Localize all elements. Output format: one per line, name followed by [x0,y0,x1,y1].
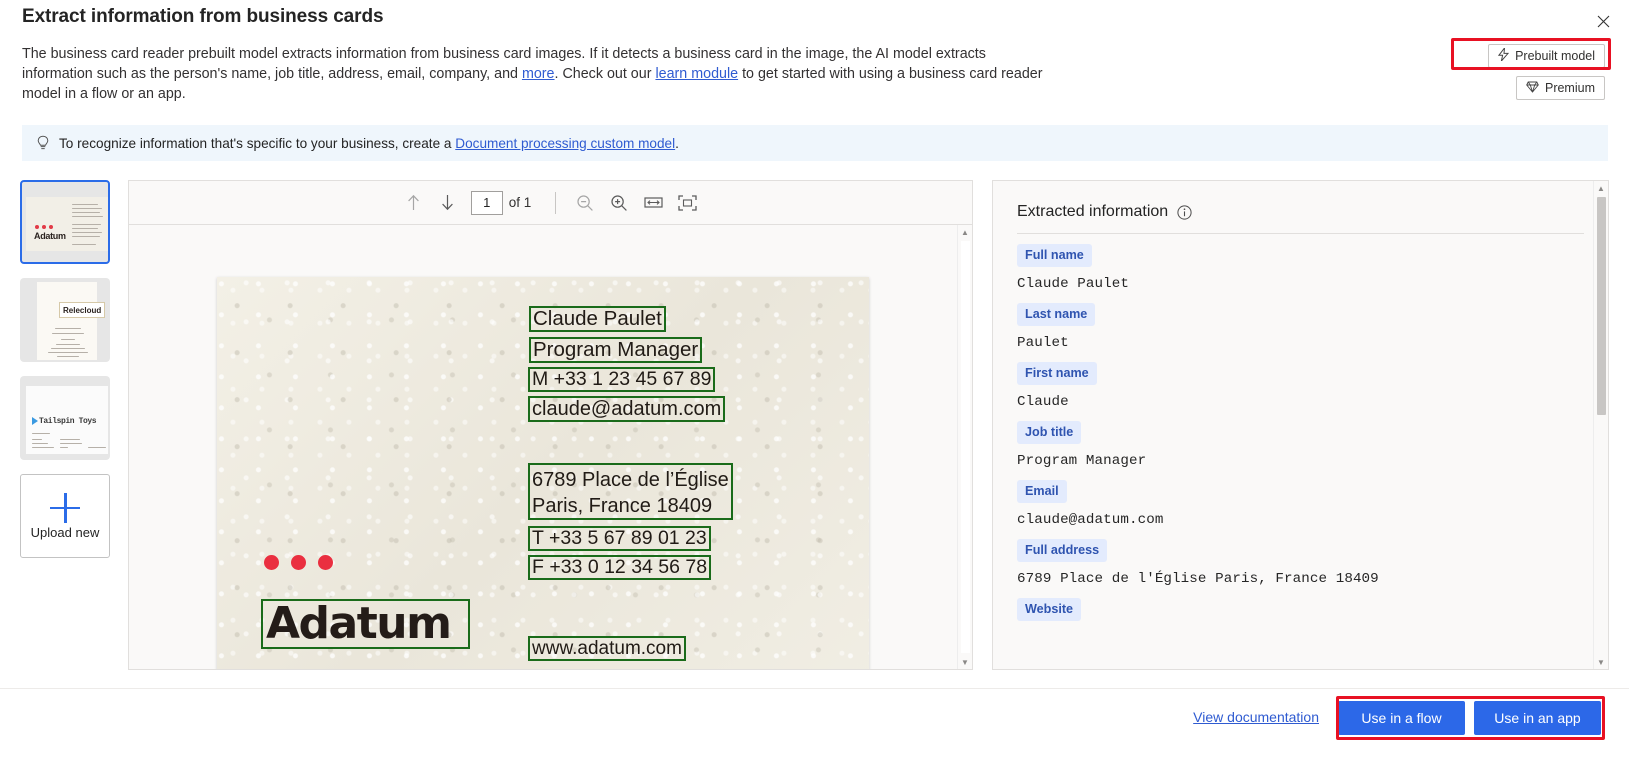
extracted-information-header: Extracted information [993,181,1608,221]
business-card-model-dialog: Extract information from business cards … [0,0,1629,776]
field-label: Email [1017,480,1067,503]
field-email: Email claude@adatum.com [1017,480,1584,528]
thumbnail-tailspin-brand: Tailspin Toys [39,417,97,426]
ocr-brand: Adatum [266,598,452,649]
page-number-input[interactable] [470,190,503,215]
field-label: Job title [1017,421,1082,444]
scroll-up-icon[interactable]: ▲ [1594,181,1608,195]
scroll-down-icon[interactable]: ▼ [1594,655,1608,669]
field-full-address: Full address 6789 Place de l'Église Pari… [1017,539,1584,587]
footer-divider [0,688,1629,689]
field-website: Website [1017,598,1584,621]
lightning-bolt-icon [1498,46,1510,64]
thumbnail-adatum[interactable]: Adatum [20,180,110,264]
field-value: 6789 Place de l'Église Paris, France 184… [1017,571,1379,587]
field-full-name: Full name Claude Paulet [1017,244,1584,292]
banner-text-before: To recognize information that's specific… [59,135,456,151]
field-value: Claude [1017,394,1069,410]
document-viewer: of 1 Claude Paulet Program Manager M +33… [128,180,973,670]
view-documentation-link[interactable]: View documentation [1193,709,1319,725]
ocr-tel: T +33 5 67 89 01 23 [532,526,707,549]
diamond-icon [1526,81,1539,96]
zoom-out-icon[interactable] [568,188,602,218]
learn-module-link[interactable]: learn module [655,66,738,82]
field-value: Paulet [1017,335,1069,351]
field-value: claude@adatum.com [1017,512,1164,528]
prebuilt-model-label: Prebuilt model [1515,49,1595,63]
use-in-app-button[interactable]: Use in an app [1474,701,1601,735]
field-first-name: First name Claude [1017,362,1584,410]
page-title: Extract information from business cards [22,6,384,27]
extracted-information-title: Extracted information [1017,203,1169,220]
arrow-up-icon[interactable] [397,188,431,218]
field-label: Last name [1017,303,1096,326]
upload-new-label: Upload new [30,524,100,540]
field-label: Full name [1017,244,1092,267]
fit-page-icon[interactable] [670,188,704,218]
intro-part2: . Check out our [554,66,656,82]
ocr-email: claude@adatum.com [532,398,722,420]
extracted-information-panel: Extracted information Full name Claude P… [992,180,1609,670]
document-thumbnail-rail: Adatum Relecloud Tailspin Toys Upload ne… [20,180,110,558]
business-card-image[interactable]: Claude Paulet Program Manager M +33 1 23… [217,277,869,669]
use-in-flow-button[interactable]: Use in a flow [1338,701,1465,735]
field-value: Claude Paulet [1017,276,1129,292]
card-logo-dots-icon [264,555,333,570]
more-link[interactable]: more [522,66,555,82]
ocr-address-line2: Paris, France 18409 [532,494,713,517]
lightbulb-icon [36,135,50,152]
thumbnail-tailspin-image: Tailspin Toys [26,386,108,454]
viewer-toolbar: of 1 [129,181,972,225]
thumbnail-relecloud-image: Relecloud [37,282,105,360]
viewer-canvas: Claude Paulet Program Manager M +33 1 23… [129,225,972,669]
scroll-down-icon[interactable]: ▼ [958,655,972,669]
custom-model-banner: To recognize information that's specific… [22,125,1608,161]
extracted-fields-list: Full name Claude Paulet Last name Paulet… [993,234,1608,621]
thumbnail-tailspin-toys[interactable]: Tailspin Toys [20,376,110,460]
extracted-scrollbar[interactable]: ▲ ▼ [1593,181,1608,669]
toolbar-divider [555,191,557,214]
premium-badge: Premium [1515,76,1605,100]
fit-width-icon[interactable] [636,188,670,218]
thumbnail-adatum-image: Adatum [26,197,108,251]
zoom-in-icon[interactable] [602,188,636,218]
page-total-label: of 1 [508,195,532,210]
banner-text: To recognize information that's specific… [59,136,679,151]
banner-text-after: . [675,135,679,151]
field-value: Program Manager [1017,453,1147,469]
close-icon[interactable] [1587,6,1619,36]
ocr-fax: F +33 0 12 34 56 78 [532,555,708,578]
info-circle-icon[interactable] [1177,204,1192,220]
ocr-website: www.adatum.com [532,638,682,659]
field-label: First name [1017,362,1097,385]
thumbnail-relecloud[interactable]: Relecloud [20,278,110,362]
viewer-scroll-thumb[interactable] [961,241,970,653]
scroll-up-icon[interactable]: ▲ [958,225,972,239]
extracted-scroll-thumb[interactable] [1597,197,1606,415]
prebuilt-model-badge: Prebuilt model [1488,44,1605,68]
field-label: Website [1017,598,1082,621]
ocr-brand-box: Adatum [261,599,470,649]
ocr-name: Claude Paulet [533,306,662,330]
ocr-phone: M +33 1 23 45 67 89 [532,367,712,390]
arrow-down-icon[interactable] [431,188,465,218]
thumbnail-adatum-brand: Adatum [34,231,66,241]
viewer-scrollbar[interactable]: ▲ ▼ [957,225,972,669]
plus-icon [50,492,80,523]
ocr-address-line1: 6789 Place de l’Église [532,468,729,491]
ocr-title: Program Manager [533,337,699,361]
premium-label: Premium [1544,81,1595,95]
custom-model-link[interactable]: Document processing custom model [455,136,675,151]
thumbnail-relecloud-brand: Relecloud [63,306,102,315]
intro-text: The business card reader prebuilt model … [22,44,1057,104]
field-job-title: Job title Program Manager [1017,421,1584,469]
upload-new-button[interactable]: Upload new [20,474,110,558]
thumb-dots-icon [35,225,53,229]
field-label: Full address [1017,539,1108,562]
field-last-name: Last name Paulet [1017,303,1584,351]
model-badges: Prebuilt model Premium [1425,44,1605,100]
